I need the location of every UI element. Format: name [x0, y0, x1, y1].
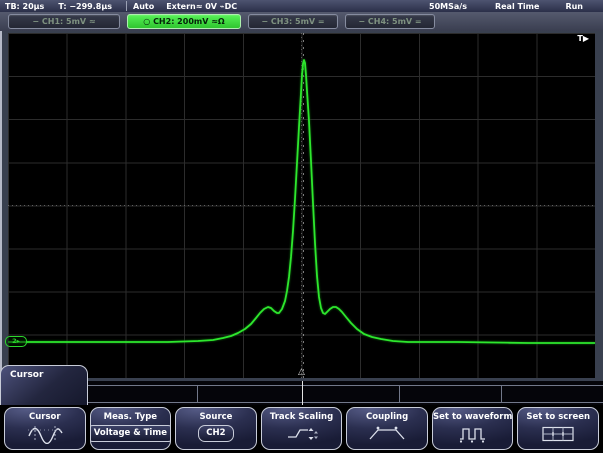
track-scaling-label: Track Scaling — [270, 412, 333, 422]
ruler-tick — [399, 385, 400, 403]
cursor-button-label: Cursor — [29, 412, 61, 422]
status-bar: TB: 20µs T: −299.8µs Auto Extern≈ 0V ⌁DC… — [0, 0, 603, 12]
channel-tab-ch1[interactable]: − CH1: 5mV ≈ — [8, 14, 120, 29]
ruler-line-bottom — [86, 402, 603, 403]
cursor-button[interactable]: Cursor — [4, 407, 86, 450]
softkey-menu: Cursor Meas. Type Voltage & Time Source … — [0, 405, 603, 453]
trigger-position-triangle[interactable]: △ — [298, 368, 305, 377]
channel-tab-ch2[interactable]: ○ CH2: 200mV ≈Ω — [127, 14, 241, 29]
ruler-tick — [501, 385, 502, 403]
waveform-trace — [8, 60, 595, 343]
coupling-label: Coupling — [366, 412, 408, 422]
display-area: T▶ 2▸ △ — [0, 31, 603, 381]
channel-tab-ch4[interactable]: − CH4: 5mV = — [345, 14, 435, 29]
acquisition-ruler — [0, 381, 603, 405]
channel-tab-ch3[interactable]: − CH3: 5mV = — [248, 14, 338, 29]
statusbar-divider — [126, 1, 127, 11]
set-to-screen-button[interactable]: Set to screen — [517, 407, 599, 450]
set-to-waveform-label: Set to waveform — [433, 412, 512, 422]
meas-type-label: Meas. Type — [104, 412, 157, 422]
trigger-offset-marker: T▶ — [577, 34, 589, 43]
source-value[interactable]: CH2 — [198, 425, 233, 442]
timebase-readout: TB: 20µs — [5, 2, 44, 11]
cursor-menu-tab[interactable]: Cursor — [0, 365, 88, 405]
trigger-mode-readout: Auto — [133, 2, 154, 11]
ruler-trigger-tick — [302, 381, 303, 405]
acquisition-mode-readout: Real Time — [495, 2, 539, 11]
meas-type-value[interactable]: Voltage & Time — [90, 425, 172, 442]
channel2-ground-marker[interactable]: 2▸ — [5, 336, 27, 347]
set-to-screen-icon — [538, 424, 578, 444]
channel-tab-row: − CH1: 5mV ≈ ○ CH2: 200mV ≈Ω − CH3: 5mV … — [0, 12, 603, 32]
graticule: T▶ 2▸ △ — [8, 33, 595, 378]
set-to-waveform-button[interactable]: Set to waveform — [432, 407, 514, 450]
meas-type-button[interactable]: Meas. Type Voltage & Time — [90, 407, 172, 450]
source-label: Source — [199, 412, 232, 422]
sample-rate-readout: 50MSa/s — [429, 2, 467, 11]
ruler-line-top — [86, 385, 603, 386]
coupling-icon — [367, 424, 407, 444]
cursor-menu-tab-label: Cursor — [1, 366, 87, 380]
ruler-tick — [197, 385, 198, 403]
oscilloscope-screen: TB: 20µs T: −299.8µs Auto Extern≈ 0V ⌁DC… — [0, 0, 603, 453]
track-scaling-button[interactable]: Track Scaling — [261, 407, 343, 450]
set-to-screen-label: Set to screen — [526, 412, 590, 422]
source-button[interactable]: Source CH2 — [175, 407, 257, 450]
trigger-source-readout: Extern≈ 0V ⌁DC — [166, 2, 237, 11]
waveform-plot — [8, 33, 595, 378]
track-scaling-icon — [284, 424, 320, 444]
run-state-readout: Run — [565, 2, 583, 11]
cursor-waveform-icon — [25, 424, 65, 444]
coupling-button[interactable]: Coupling — [346, 407, 428, 450]
set-to-waveform-icon — [455, 424, 491, 444]
trigger-time-readout: T: −299.8µs — [58, 2, 112, 11]
